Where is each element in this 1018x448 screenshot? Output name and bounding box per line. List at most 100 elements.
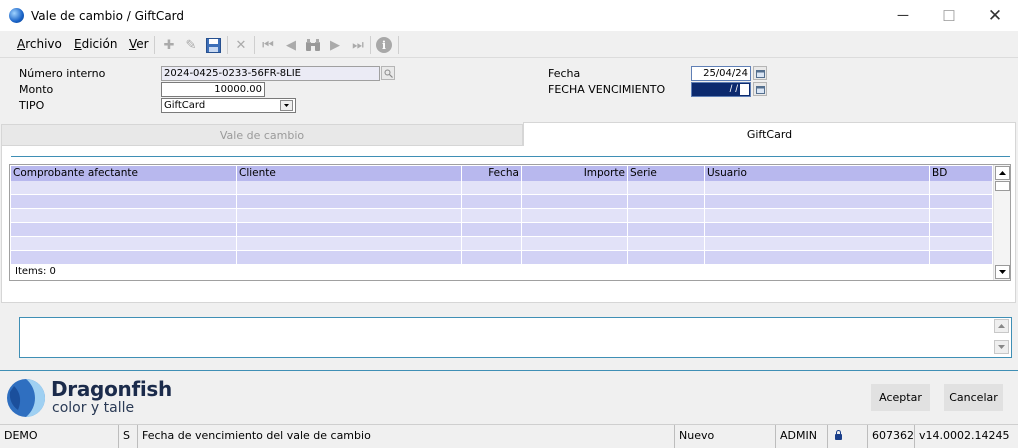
brand-name: Dragonfish (51, 377, 172, 401)
table-cell[interactable] (522, 237, 628, 250)
table-cell[interactable] (11, 223, 237, 236)
col-bd[interactable]: BD (930, 166, 993, 181)
menu-edicion-accel: E (74, 37, 82, 51)
table-cell[interactable] (11, 181, 237, 194)
menu-bar: Archivo Edición Ver ✚ ✎ ✕ ⏮ ◀ ▶ ⏭ i (0, 31, 1018, 58)
tipo-select[interactable]: GiftCard (161, 98, 296, 113)
menu-archivo[interactable]: Archivo (17, 37, 62, 51)
last-record-icon[interactable]: ⏭ (348, 35, 368, 55)
table-cell[interactable] (237, 209, 462, 222)
tipo-label: TIPO (19, 99, 45, 112)
status-version: v14.0002.14245 (919, 429, 1010, 442)
table-cell[interactable] (522, 195, 628, 208)
toolbar-separator (370, 36, 371, 54)
table-cell[interactable] (628, 223, 705, 236)
pencil-icon[interactable]: ✎ (181, 35, 201, 55)
col-usuario[interactable]: Usuario (705, 166, 930, 181)
table-cell[interactable] (11, 251, 237, 264)
table-cell[interactable] (930, 237, 993, 250)
table-cell[interactable] (930, 223, 993, 236)
table-cell[interactable] (930, 195, 993, 208)
notes-scrollbar[interactable] (993, 318, 1011, 357)
table-cell[interactable] (522, 209, 628, 222)
plus-icon[interactable]: ✚ (159, 35, 179, 55)
calendar-icon[interactable] (753, 66, 767, 80)
previous-record-icon[interactable]: ◀ (281, 35, 301, 55)
info-icon[interactable]: i (374, 35, 394, 55)
save-icon[interactable] (203, 35, 223, 55)
title-bar: Vale de cambio / GiftCard ─ ☐ ✕ (0, 0, 1018, 31)
col-cliente[interactable]: Cliente (237, 166, 462, 181)
col-comprobante-afectante[interactable]: Comprobante afectante (11, 166, 237, 181)
scroll-thumb[interactable] (995, 181, 1010, 191)
next-record-icon[interactable]: ▶ (325, 35, 345, 55)
cancelar-button[interactable]: Cancelar (944, 384, 1003, 411)
tab-vale-de-cambio[interactable]: Vale de cambio (1, 124, 523, 146)
table-cell[interactable] (237, 237, 462, 250)
tab-giftcard[interactable]: GiftCard (523, 122, 1016, 146)
table-cell[interactable] (462, 209, 522, 222)
scroll-up-icon[interactable] (994, 319, 1009, 333)
table-cell[interactable] (462, 237, 522, 250)
delete-icon[interactable]: ✕ (231, 35, 251, 55)
table-cell[interactable] (705, 223, 930, 236)
table-cell[interactable] (628, 237, 705, 250)
maximize-button[interactable]: ☐ (926, 0, 972, 31)
chevron-down-icon[interactable] (280, 100, 293, 111)
status-database: DEMO (0, 425, 119, 448)
table-cell[interactable] (237, 223, 462, 236)
comprobantes-grid[interactable]: Comprobante afectante Cliente Fecha Impo… (9, 164, 1011, 281)
menu-edicion[interactable]: Edición (74, 37, 117, 51)
col-serie[interactable]: Serie (628, 166, 705, 181)
fecha-field[interactable]: 25/04/24 (691, 66, 751, 81)
menu-edicion-label: dición (81, 37, 118, 51)
menu-ver[interactable]: Ver (129, 37, 149, 51)
table-cell[interactable] (628, 209, 705, 222)
table-cell[interactable] (705, 251, 930, 264)
table-cell[interactable] (462, 181, 522, 194)
grid-scrollbar[interactable] (993, 165, 1010, 280)
scroll-down-icon[interactable] (995, 265, 1010, 279)
numero-interno-field[interactable]: 2024-0425-0233-56FR-8LIE (161, 66, 380, 81)
info-glyph: i (376, 37, 392, 53)
first-record-icon[interactable]: ⏮ (258, 35, 278, 55)
table-cell[interactable] (930, 251, 993, 264)
table-cell[interactable] (522, 181, 628, 194)
close-button[interactable]: ✕ (972, 0, 1018, 31)
table-cell[interactable] (705, 181, 930, 194)
scroll-up-icon[interactable] (995, 166, 1010, 180)
table-cell[interactable] (11, 195, 237, 208)
monto-field[interactable]: 10000.00 (161, 82, 265, 97)
aceptar-button[interactable]: Aceptar (871, 384, 930, 411)
tipo-select-value: GiftCard (164, 100, 206, 111)
table-cell[interactable] (522, 251, 628, 264)
table-cell[interactable] (11, 237, 237, 250)
col-importe[interactable]: Importe (522, 166, 628, 181)
table-cell[interactable] (628, 251, 705, 264)
table-cell[interactable] (462, 223, 522, 236)
search-binoculars-icon[interactable] (303, 35, 323, 55)
table-cell[interactable] (930, 181, 993, 194)
calendar-icon[interactable] (753, 82, 767, 96)
table-cell[interactable] (628, 181, 705, 194)
footer-divider (0, 370, 1018, 371)
table-cell[interactable] (628, 195, 705, 208)
table-cell[interactable] (237, 251, 462, 264)
table-cell[interactable] (705, 237, 930, 250)
search-icon[interactable] (381, 66, 395, 80)
table-cell[interactable] (237, 181, 462, 194)
table-cell[interactable] (522, 223, 628, 236)
scroll-down-icon[interactable] (994, 340, 1009, 354)
minimize-button[interactable]: ─ (880, 0, 926, 31)
table-cell[interactable] (11, 209, 237, 222)
window-title: Vale de cambio / GiftCard (31, 9, 185, 23)
observaciones-textarea[interactable] (19, 317, 1012, 358)
col-fecha[interactable]: Fecha (462, 166, 522, 181)
table-cell[interactable] (462, 251, 522, 264)
table-cell[interactable] (462, 195, 522, 208)
table-cell[interactable] (237, 195, 462, 208)
table-cell[interactable] (705, 195, 930, 208)
table-cell[interactable] (930, 209, 993, 222)
fecha-vencimiento-field[interactable]: / / (691, 82, 751, 97)
table-cell[interactable] (705, 209, 930, 222)
